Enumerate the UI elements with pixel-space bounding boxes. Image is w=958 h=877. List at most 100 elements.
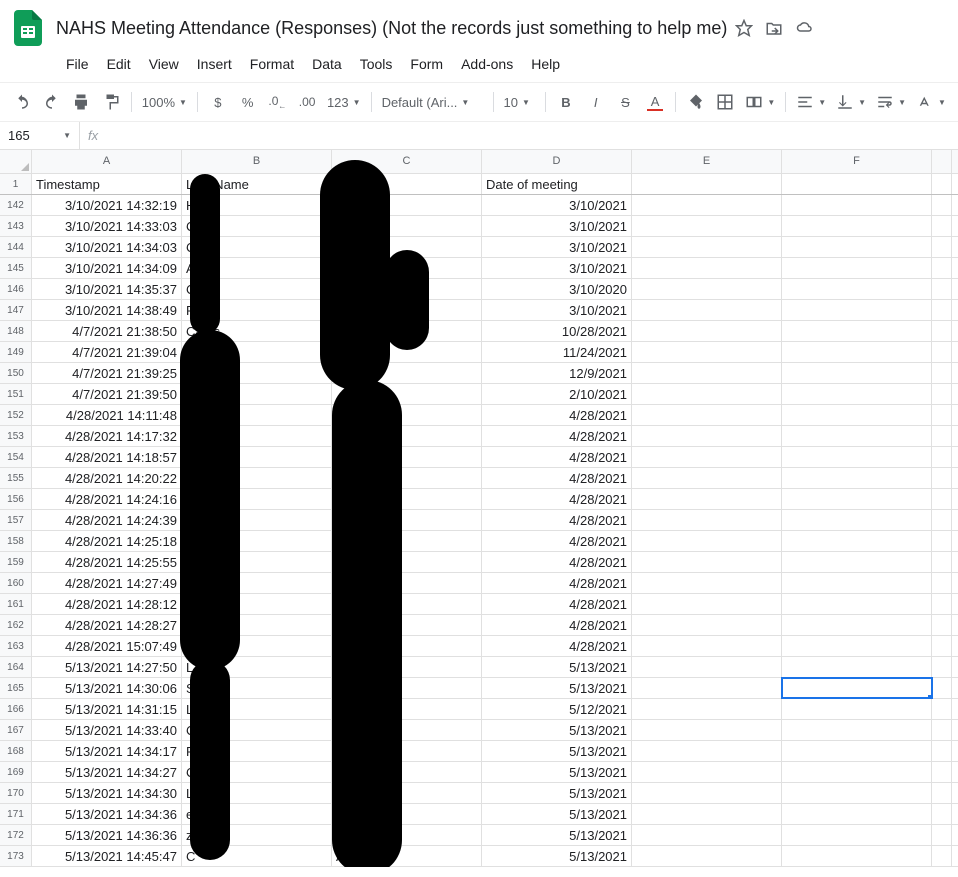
- cell[interactable]: [632, 468, 782, 488]
- cell[interactable]: [932, 531, 952, 551]
- cell[interactable]: L: [182, 699, 332, 719]
- cell[interactable]: 5/13/2021: [482, 846, 632, 866]
- row-header[interactable]: 150: [0, 363, 32, 383]
- cell[interactable]: 3/10/2021: [482, 216, 632, 236]
- cell[interactable]: [632, 342, 782, 362]
- cell[interactable]: M: [332, 741, 482, 761]
- strikethrough-button[interactable]: S: [612, 88, 640, 116]
- cell[interactable]: [182, 447, 332, 467]
- cell[interactable]: [182, 468, 332, 488]
- cell[interactable]: t Name: [332, 174, 482, 194]
- cell[interactable]: [632, 195, 782, 215]
- row-header[interactable]: 167: [0, 720, 32, 740]
- cell[interactable]: Ca s: [182, 384, 332, 404]
- cell[interactable]: [332, 216, 482, 236]
- formula-bar[interactable]: [106, 122, 958, 149]
- cell[interactable]: [632, 384, 782, 404]
- row-header[interactable]: 148: [0, 321, 32, 341]
- cell[interactable]: 5/13/2021 14:34:27: [32, 762, 182, 782]
- cell[interactable]: 5/13/2021: [482, 741, 632, 761]
- percent-button[interactable]: %: [234, 88, 262, 116]
- cell[interactable]: [932, 846, 952, 866]
- cell[interactable]: Ca s: [182, 363, 332, 383]
- cell[interactable]: [332, 510, 482, 530]
- cell[interactable]: C: [182, 720, 332, 740]
- row-header[interactable]: 156: [0, 489, 32, 509]
- spreadsheet-grid[interactable]: A B C D E F 1 Timestamp Last Name t Name…: [0, 150, 958, 867]
- row-header[interactable]: 157: [0, 510, 32, 530]
- cell[interactable]: [332, 531, 482, 551]
- move-icon[interactable]: [765, 19, 783, 37]
- cell[interactable]: 4/7/2021 21:38:50: [32, 321, 182, 341]
- cell[interactable]: 4/28/2021: [482, 594, 632, 614]
- cell[interactable]: [332, 678, 482, 698]
- cell[interactable]: 4/7/2021 21:39:04: [32, 342, 182, 362]
- cell[interactable]: [932, 447, 952, 467]
- cell[interactable]: 5/13/2021: [482, 678, 632, 698]
- cell[interactable]: y: [182, 552, 332, 572]
- cell[interactable]: [782, 426, 932, 446]
- cell[interactable]: ley: [182, 594, 332, 614]
- cell[interactable]: 5/13/2021: [482, 657, 632, 677]
- cell[interactable]: rshb: [182, 489, 332, 509]
- cell[interactable]: [632, 825, 782, 845]
- cell[interactable]: [632, 363, 782, 383]
- cell[interactable]: [932, 741, 952, 761]
- cell[interactable]: [332, 552, 482, 572]
- row-header[interactable]: 155: [0, 468, 32, 488]
- font-dropdown[interactable]: Default (Ari...▼: [378, 95, 487, 110]
- cell[interactable]: 4/28/2021: [482, 405, 632, 425]
- cell[interactable]: 4/28/2021 14:27:49: [32, 573, 182, 593]
- text-color-button[interactable]: A: [641, 88, 669, 116]
- menu-help[interactable]: Help: [523, 52, 568, 76]
- cell[interactable]: [632, 846, 782, 866]
- cell[interactable]: 4/28/2021: [482, 615, 632, 635]
- cell[interactable]: E: [332, 762, 482, 782]
- cell[interactable]: 5/13/2021 14:36:36: [32, 825, 182, 845]
- menu-tools[interactable]: Tools: [352, 52, 401, 76]
- cell[interactable]: 12/9/2021: [482, 363, 632, 383]
- text-wrap-button[interactable]: ▼: [872, 93, 910, 111]
- cell[interactable]: [632, 657, 782, 677]
- cell[interactable]: 3/10/2021 14:35:37: [32, 279, 182, 299]
- cell[interactable]: [632, 594, 782, 614]
- row-header[interactable]: 143: [0, 216, 32, 236]
- cell[interactable]: [782, 468, 932, 488]
- cell[interactable]: 4/28/2021: [482, 573, 632, 593]
- cell[interactable]: [332, 342, 482, 362]
- cell[interactable]: L: [182, 783, 332, 803]
- cell[interactable]: 4/28/2021: [482, 531, 632, 551]
- cell[interactable]: [782, 174, 932, 194]
- cell[interactable]: 5/13/2021: [482, 825, 632, 845]
- cell[interactable]: [632, 762, 782, 782]
- cell[interactable]: [932, 237, 952, 257]
- cell[interactable]: 5/13/2021: [482, 783, 632, 803]
- cell[interactable]: [932, 363, 952, 383]
- cell[interactable]: [782, 846, 932, 866]
- cell[interactable]: [932, 468, 952, 488]
- cell[interactable]: 3/10/2021 14:34:03: [32, 237, 182, 257]
- cell[interactable]: 3/10/2020: [482, 279, 632, 299]
- menu-insert[interactable]: Insert: [189, 52, 240, 76]
- cell[interactable]: 5/13/2021 14:31:15: [32, 699, 182, 719]
- cell[interactable]: [332, 573, 482, 593]
- cell[interactable]: C: [182, 237, 332, 257]
- cell[interactable]: [632, 426, 782, 446]
- cell[interactable]: [932, 657, 952, 677]
- row-header[interactable]: 166: [0, 699, 32, 719]
- cell[interactable]: t: [182, 615, 332, 635]
- cell[interactable]: 4/7/2021 21:39:50: [32, 384, 182, 404]
- decrease-decimal-button[interactable]: .0←: [264, 88, 292, 116]
- cell[interactable]: L: [182, 426, 332, 446]
- cell[interactable]: 4/28/2021: [482, 468, 632, 488]
- cell[interactable]: [782, 720, 932, 740]
- cell[interactable]: 3/10/2021 14:33:03: [32, 216, 182, 236]
- cell[interactable]: [782, 405, 932, 425]
- cell[interactable]: [632, 615, 782, 635]
- row-header[interactable]: 163: [0, 636, 32, 656]
- cell[interactable]: [782, 279, 932, 299]
- select-all-corner[interactable]: [0, 150, 32, 173]
- cell[interactable]: [332, 447, 482, 467]
- cell[interactable]: 4/28/2021: [482, 426, 632, 446]
- cell[interactable]: Ca es: [182, 321, 332, 341]
